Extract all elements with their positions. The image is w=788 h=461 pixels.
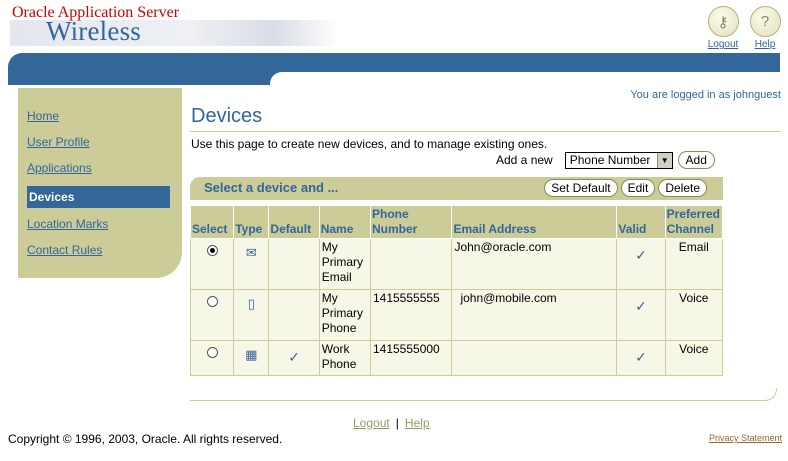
devices-table: Select Type Default Name Phone Number Em…	[189, 205, 724, 376]
footer-separator: |	[395, 416, 399, 430]
default-cell	[268, 289, 320, 341]
type-cell: ✉	[233, 238, 270, 290]
privacy-statement: Privacy Statement	[709, 433, 782, 443]
copyright-text: Copyright © 1996, 2003, Oracle. All righ…	[8, 432, 283, 446]
devices-panel: Select a device and ... Set Default Edit…	[189, 177, 724, 378]
privacy-statement-link[interactable]: Privacy Statement	[709, 433, 782, 443]
nav-item-location-marks[interactable]: Location Marks	[18, 214, 182, 240]
select-cell[interactable]	[189, 289, 235, 341]
col-name: Name	[318, 205, 371, 239]
device-preferred-channel: Voice	[664, 289, 724, 341]
page-description: Use this page to create new devices, and…	[191, 137, 548, 151]
device-preferred-channel: Email	[664, 238, 724, 290]
device-phone	[369, 238, 453, 290]
valid-cell: ✓	[616, 289, 666, 341]
side-navigation: Home User Profile Applications Devices L…	[18, 88, 182, 278]
desk-phone-icon: ▦	[245, 347, 258, 362]
valid-cell: ✓	[616, 238, 666, 290]
table-row: ▦ ✓ Work Phone 1415555000 ✓ Voice	[189, 340, 724, 376]
devices-panel-header: Select a device and ... Set Default Edit…	[190, 177, 723, 200]
col-select: Select	[189, 205, 235, 239]
device-preferred-channel: Voice	[664, 340, 724, 376]
header-bar-curve	[270, 72, 780, 85]
page-title: Devices	[191, 105, 263, 127]
device-phone: 1415555000	[369, 340, 453, 376]
valid-cell: ✓	[616, 340, 666, 376]
nav-item-devices[interactable]: Devices	[27, 186, 170, 208]
default-cell	[268, 238, 320, 290]
device-email: john@mobile.com	[451, 289, 618, 341]
col-valid: Valid	[616, 205, 666, 239]
add-button[interactable]: Add	[677, 151, 715, 169]
device-select-radio[interactable]	[206, 347, 218, 358]
col-type: Type	[233, 205, 270, 239]
add-new-label: Add a new	[496, 153, 553, 167]
type-cell: ▯	[233, 289, 270, 341]
footer-logout-link[interactable]: Logout	[353, 416, 390, 430]
table-row: ✉ My Primary Email John@oracle.com ✓ Ema…	[189, 238, 724, 290]
device-name: My Primary Email	[318, 238, 371, 290]
envelope-icon: ✉	[245, 245, 257, 260]
nav-item-contact-rules[interactable]: Contact Rules	[18, 240, 182, 266]
device-type-selected-value: Phone Number	[569, 153, 651, 167]
brand-product-name: Wireless	[46, 16, 141, 46]
device-name: My Primary Phone	[318, 289, 371, 341]
device-email	[451, 340, 618, 376]
col-email-address: Email Address	[451, 205, 618, 239]
nav-item-user-profile[interactable]: User Profile	[18, 132, 182, 158]
key-icon[interactable]: ⚷	[707, 6, 739, 37]
col-preferred-channel: Preferred Channel	[664, 205, 724, 239]
logged-in-status: You are logged in as johnguest	[630, 89, 781, 101]
footer-links: Logout | Help	[353, 416, 430, 430]
title-divider	[190, 131, 780, 132]
select-cell[interactable]	[189, 238, 235, 290]
check-icon: ✓	[635, 298, 647, 314]
global-help[interactable]: ? Help	[740, 6, 788, 50]
nav-item-applications[interactable]: Applications	[18, 158, 182, 184]
delete-button[interactable]: Delete	[658, 179, 707, 197]
question-icon[interactable]: ?	[749, 6, 781, 37]
col-default: Default	[268, 205, 320, 239]
footer-divider	[190, 388, 777, 401]
add-device-row: Add a new Phone Number ▼ Add	[496, 151, 715, 169]
type-cell: ▦	[233, 340, 270, 376]
set-default-button[interactable]: Set Default	[544, 179, 618, 197]
device-name: Work Phone	[318, 340, 371, 376]
device-select-radio[interactable]	[206, 296, 218, 307]
select-cell[interactable]	[189, 340, 235, 376]
device-email: John@oracle.com	[451, 238, 618, 290]
table-header-row: Select Type Default Name Phone Number Em…	[189, 205, 724, 239]
default-cell: ✓	[268, 340, 320, 376]
check-icon: ✓	[635, 349, 647, 365]
footer-help-link[interactable]: Help	[405, 416, 430, 430]
chevron-down-icon[interactable]: ▼	[656, 152, 672, 168]
check-icon: ✓	[635, 247, 647, 263]
device-select-radio[interactable]	[206, 245, 218, 256]
edit-button[interactable]: Edit	[620, 179, 656, 197]
device-type-select[interactable]: Phone Number ▼	[564, 151, 673, 169]
col-phone-number: Phone Number	[369, 205, 453, 239]
global-help-link[interactable]: Help	[740, 39, 788, 50]
device-phone: 1415555555	[369, 289, 453, 341]
check-icon: ✓	[288, 349, 300, 365]
devices-panel-title: Select a device and ...	[204, 180, 339, 195]
mobile-phone-icon: ▯	[247, 296, 255, 311]
nav-item-home[interactable]: Home	[18, 106, 182, 132]
table-row: ▯ My Primary Phone 1415555555 john@mobil…	[189, 289, 724, 341]
